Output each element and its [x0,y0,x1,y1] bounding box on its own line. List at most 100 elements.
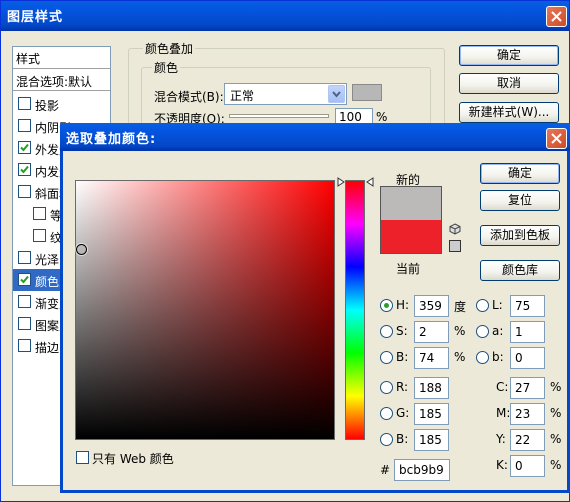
mode-radio-h[interactable] [380,299,393,312]
field-unit-c: % [550,380,562,394]
picker-ok-button[interactable]: 确定 [480,163,560,184]
color-field[interactable] [75,180,335,440]
blend-mode-select[interactable]: 正常 [224,83,347,105]
field-label-b: b: [492,350,504,364]
field-input-a[interactable]: 1 [510,321,545,343]
layer-style-title: 图层样式 [7,10,64,25]
color-field-cursor[interactable] [76,244,87,255]
mode-radio-g[interactable] [380,407,393,420]
group-title: 颜色 [152,59,181,76]
picker-reset-button[interactable]: 复位 [480,190,560,211]
field-label-m: M: [496,406,511,420]
field-label-k: K: [496,458,508,472]
field-label-bb: B: [396,432,409,446]
style-item-checkbox[interactable] [18,317,31,330]
field-input-b[interactable]: 0 [510,347,545,369]
field-label-a: a: [492,324,504,338]
style-item-checkbox[interactable] [18,251,31,264]
style-item-checkbox[interactable] [33,229,46,242]
field-unit-h: 度 [454,300,467,314]
mode-radio-bb[interactable] [380,433,393,446]
dropdown-button[interactable] [328,85,345,103]
layer-style-ok-button[interactable]: 确定 [459,45,559,66]
mode-radio-b[interactable] [476,351,489,364]
field-label-y: Y: [496,432,506,446]
cube-icon[interactable] [449,223,461,235]
checkmark-icon [20,143,29,152]
web-safe-swatch[interactable] [449,240,461,252]
field-input-g[interactable]: 185 [414,403,449,425]
field-unit-s: % [454,324,466,338]
hex-input[interactable]: bcb9b9 [394,459,450,481]
field-label-s: S: [396,324,408,338]
field-input-l[interactable]: 75 [510,295,545,317]
add-to-swatches-button[interactable]: 添加到色板 [480,225,560,246]
hue-slider[interactable] [345,180,365,440]
style-item[interactable]: 投影 [13,93,110,115]
checkmark-icon [20,165,29,174]
style-item-checkbox[interactable] [18,141,31,154]
field-input-s[interactable]: 2 [414,321,449,343]
style-item-checkbox[interactable] [18,119,31,132]
section-title: 颜色叠加 [143,40,196,57]
color-libraries-button[interactable]: 颜色库 [480,260,560,281]
style-item-label: 投影 [35,99,60,113]
field-input-h[interactable]: 359 [414,295,449,317]
close-icon [551,11,562,22]
color-picker-dialog: 选取叠加颜色: 新的 当前 确定 复位 添加到色板 颜色库 只有 Web 颜色 … [60,123,570,493]
mode-radio-l[interactable] [476,299,489,312]
field-input-bv[interactable]: 74 [414,347,449,369]
radio-selected-dot [384,303,389,308]
styles-header[interactable]: 样式 [13,47,110,69]
style-item-checkbox[interactable] [18,295,31,308]
web-only-checkbox[interactable] [76,451,89,464]
field-label-h: H: [396,298,410,312]
field-input-c[interactable]: 27 [510,377,545,399]
style-item-checkbox[interactable] [18,339,31,352]
hue-slider-right-arrow[interactable] [366,177,374,187]
blend-options-item[interactable]: 混合选项:默认 [13,69,110,91]
style-item-checkbox[interactable] [18,97,31,110]
style-item-checkbox[interactable] [18,273,31,286]
style-item-checkbox[interactable] [18,185,31,198]
mode-radio-s[interactable] [380,325,393,338]
field-label-bv: B: [396,350,409,364]
mode-radio-r[interactable] [380,381,393,394]
color-field-black-gradient [76,181,334,439]
new-color-swatch [380,186,442,220]
field-input-r[interactable]: 188 [414,377,449,399]
layer-style-cancel-button[interactable]: 取消 [459,73,559,94]
opacity-slider[interactable] [229,114,329,118]
field-input-bb[interactable]: 185 [414,429,449,451]
color-picker-close-button[interactable] [546,128,567,149]
field-input-m[interactable]: 23 [510,403,545,425]
checkmark-icon [20,275,29,284]
hue-slider-left-arrow[interactable] [337,177,345,187]
layer-style-close-button[interactable] [546,6,567,27]
field-input-k[interactable]: 0 [510,455,545,477]
style-item-checkbox[interactable] [18,163,31,176]
field-label-g: G: [396,406,410,420]
overlay-color-swatch[interactable] [352,84,382,101]
color-picker-title: 选取叠加颜色: [66,132,157,147]
mode-radio-bv[interactable] [380,351,393,364]
field-label-l: L: [492,298,503,312]
opacity-unit: % [376,110,388,124]
close-icon [551,133,562,144]
hex-label: # [380,463,391,477]
field-unit-k: % [550,458,562,472]
color-picker-titlebar[interactable]: 选取叠加颜色: [60,123,570,151]
field-unit-y: % [550,432,562,446]
field-label-r: R: [396,380,409,394]
blend-mode-label: 混合模式(B): [154,90,224,104]
style-item-checkbox[interactable] [33,207,46,220]
style-item-label: 光泽 [35,253,60,267]
current-color-label: 当前 [396,262,421,276]
layer-style-titlebar[interactable]: 图层样式 [1,1,569,31]
new-style-button[interactable]: 新建样式(W)... [459,102,559,123]
field-label-c: C: [496,380,509,394]
field-input-y[interactable]: 22 [510,429,545,451]
mode-radio-a[interactable] [476,325,489,338]
chevron-down-icon [332,91,341,98]
current-color-swatch[interactable] [380,220,442,254]
